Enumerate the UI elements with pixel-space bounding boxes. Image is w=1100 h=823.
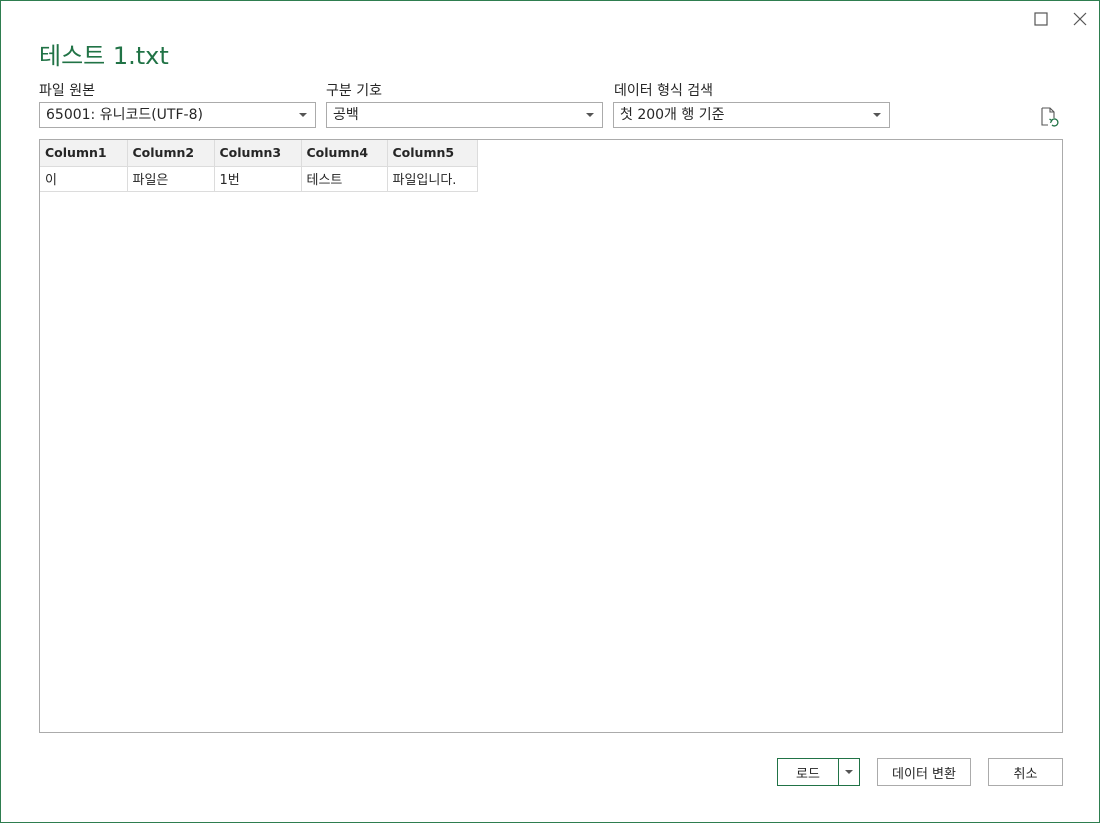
refresh-button[interactable] bbox=[1038, 106, 1060, 128]
maximize-button[interactable] bbox=[1029, 7, 1053, 31]
delimiter-value: 공백 bbox=[333, 107, 359, 123]
load-options-button[interactable] bbox=[839, 759, 859, 785]
delimiter-label: 구분 기호 bbox=[326, 83, 382, 99]
delimiter-select[interactable]: 공백 bbox=[326, 102, 603, 128]
import-dialog: 테스트 1.txt 파일 원본 65001: 유니코드(UTF-8) 구분 기호… bbox=[0, 0, 1100, 823]
data-type-detection-value: 첫 200개 행 기준 bbox=[620, 107, 725, 123]
load-button-group: 로드 bbox=[777, 758, 860, 786]
header-row: Column1 Column2 Column3 Column4 Column5 bbox=[40, 140, 478, 167]
file-origin-label: 파일 원본 bbox=[39, 83, 95, 99]
refresh-file-icon bbox=[1041, 107, 1059, 127]
chevron-down-icon bbox=[873, 113, 881, 117]
dialog-title: 테스트 1.txt bbox=[39, 42, 169, 70]
data-preview-panel: Column1 Column2 Column3 Column4 Column5 … bbox=[39, 139, 1063, 733]
chevron-down-icon bbox=[845, 770, 853, 774]
chevron-down-icon bbox=[299, 113, 307, 117]
file-origin-value: 65001: 유니코드(UTF-8) bbox=[46, 107, 203, 123]
cancel-button[interactable]: 취소 bbox=[988, 758, 1063, 786]
load-button[interactable]: 로드 bbox=[778, 759, 839, 785]
table-cell: 이 bbox=[40, 166, 128, 192]
chevron-down-icon bbox=[586, 113, 594, 117]
column-header: Column2 bbox=[127, 140, 215, 167]
column-header: Column4 bbox=[301, 140, 388, 167]
column-header: Column3 bbox=[214, 140, 302, 167]
maximize-icon bbox=[1034, 12, 1048, 26]
close-icon bbox=[1073, 12, 1087, 26]
table-row: 이 파일은 1번 테스트 파일입니다. bbox=[40, 166, 478, 192]
table-cell: 테스트 bbox=[301, 166, 388, 192]
transform-data-button[interactable]: 데이터 변환 bbox=[877, 758, 971, 786]
table-cell: 1번 bbox=[214, 166, 302, 192]
table-cell: 파일입니다. bbox=[387, 166, 478, 192]
close-button[interactable] bbox=[1068, 7, 1092, 31]
preview-table: Column1 Column2 Column3 Column4 Column5 … bbox=[40, 140, 478, 192]
column-header: Column5 bbox=[387, 140, 478, 167]
file-origin-select[interactable]: 65001: 유니코드(UTF-8) bbox=[39, 102, 316, 128]
data-type-detection-select[interactable]: 첫 200개 행 기준 bbox=[613, 102, 890, 128]
column-header: Column1 bbox=[40, 140, 128, 167]
data-type-detection-label: 데이터 형식 검색 bbox=[614, 83, 714, 99]
table-cell: 파일은 bbox=[127, 166, 215, 192]
